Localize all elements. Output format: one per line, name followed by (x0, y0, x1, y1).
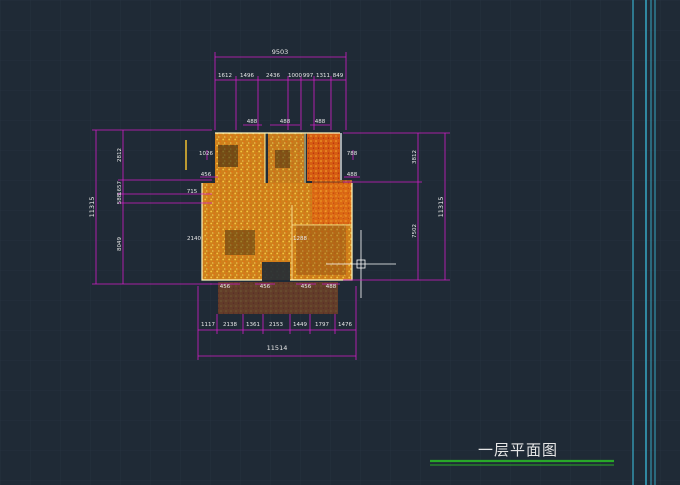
dim-right-seg: 3812 (412, 150, 418, 164)
svg-text:9503: 9503 (272, 48, 289, 56)
dim-small: 488 (315, 119, 326, 125)
dim-small: 488 (280, 119, 291, 125)
dim-small: 488 (347, 172, 358, 178)
dim-top-seg: 997 (303, 73, 314, 79)
cad-viewport[interactable]: 9503 1612 1496 2436 1000 997 1311 849 11… (0, 0, 680, 485)
dim-left-total: 11315 (88, 197, 96, 218)
dim-small: 456 (220, 284, 231, 290)
dim-left-seg: 8049 (117, 237, 123, 251)
dim-small: 488 (247, 119, 258, 125)
dim-bottom-seg: 2153 (269, 322, 283, 328)
dim-small: 1026 (199, 151, 213, 157)
dim-small: 788 (347, 151, 358, 157)
dim-small: 456 (260, 284, 271, 290)
dim-top-seg: 1496 (240, 73, 254, 79)
dim-top-seg: 1311 (316, 73, 330, 79)
dim-right-total: 11315 (437, 197, 445, 218)
dim-top-seg: 849 (333, 73, 344, 79)
dim-right-seg: 7502 (412, 224, 418, 238)
dim-left-seg: 2812 (117, 148, 123, 162)
svg-text:11514: 11514 (267, 344, 288, 352)
dim-top-seg: 1000 (288, 73, 302, 79)
dim-small: 1288 (293, 236, 307, 242)
dim-small: 456 (301, 284, 312, 290)
dim-top-total: 9503 (272, 48, 289, 56)
dim-small: 715 (187, 189, 198, 195)
dim-top-seg: 1612 (218, 73, 232, 79)
dim-small: 456 (201, 172, 212, 178)
svg-text:11315: 11315 (88, 197, 96, 218)
dim-left-seg: 1657 (117, 181, 123, 195)
dim-small: 2140 (187, 236, 201, 242)
dim-bottom-seg: 1361 (246, 322, 260, 328)
dim-top-seg: 2436 (266, 73, 280, 79)
dim-bottom-seg: 2138 (223, 322, 237, 328)
dim-bottom-seg: 1797 (315, 322, 329, 328)
dim-small: 488 (326, 284, 337, 290)
dim-bottom-total: 11514 (267, 344, 288, 352)
dim-bottom-seg: 1117 (201, 322, 215, 328)
dim-bottom-seg: 1476 (338, 322, 352, 328)
dim-bottom-seg: 1449 (293, 322, 307, 328)
drawing-title: 一层平面图 (478, 441, 558, 459)
svg-text:11315: 11315 (437, 197, 445, 218)
